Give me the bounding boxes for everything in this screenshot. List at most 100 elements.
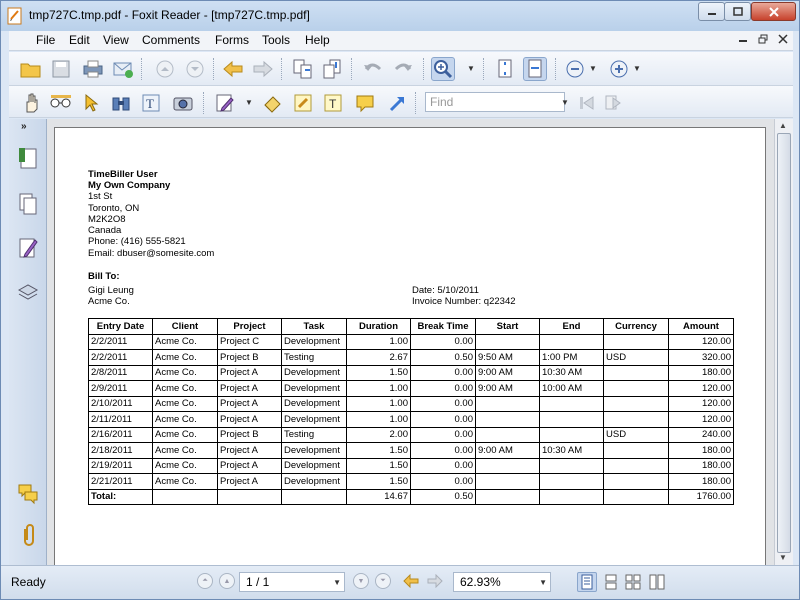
scroll-up-icon[interactable]: ▲ [779, 121, 787, 130]
email-icon[interactable] [111, 57, 135, 81]
expand-panel-icon[interactable]: » [21, 121, 27, 132]
cell-project: Project A [217, 364, 282, 381]
undo-icon[interactable] [361, 57, 385, 81]
text-box-icon[interactable]: T [321, 91, 345, 115]
scroll-down-icon[interactable]: ▼ [779, 553, 787, 562]
page-number-input[interactable]: 1 / 1 ▼ [239, 572, 345, 592]
eraser-tool-icon[interactable] [261, 91, 285, 115]
single-page-view-icon[interactable] [577, 572, 597, 592]
menu-forms[interactable]: Forms [215, 33, 249, 47]
typewriter-icon[interactable]: T [139, 91, 163, 115]
cell-entry-date: 2/10/2011 [88, 395, 153, 412]
zoom-out-dropdown-icon[interactable]: ▼ [589, 64, 597, 73]
find-dropdown-icon[interactable]: ▼ [561, 98, 569, 107]
arrow-tool-icon[interactable] [385, 91, 409, 115]
zoom-level-value: 62.93% [460, 575, 501, 589]
fit-page-icon[interactable] [493, 57, 517, 81]
document-view[interactable]: TimeBiller User My Own Company 1st St To… [47, 119, 774, 565]
facing-view-icon[interactable] [623, 572, 643, 592]
navigation-panel: » [9, 119, 47, 565]
menu-comments[interactable]: Comments [142, 33, 200, 47]
print-icon[interactable] [81, 57, 105, 81]
total-break-time: 0.50 [410, 488, 476, 505]
cell-start: 9:00 AM [475, 442, 540, 459]
close-button[interactable] [751, 2, 796, 21]
cell-end: 10:30 AM [539, 442, 604, 459]
continuous-view-icon[interactable] [601, 572, 621, 592]
select-text-icon[interactable] [49, 91, 73, 115]
first-page-icon[interactable]: ⏶ [197, 573, 213, 589]
cell-end [539, 457, 604, 474]
menu-help[interactable]: Help [305, 33, 330, 47]
go-back-icon[interactable] [403, 574, 419, 588]
go-forward-icon[interactable] [427, 574, 443, 588]
menu-tools[interactable]: Tools [262, 33, 290, 47]
continuous-facing-view-icon[interactable] [647, 572, 667, 592]
doc-restore-button[interactable] [755, 34, 771, 48]
table-row: 2/2/2011 Acme Co. Project B Testing 2.67 0.50… [88, 349, 734, 366]
vertical-scrollbar[interactable]: ▲ ▼ [774, 119, 793, 565]
tools-toolbar: T ▼ T Find ▼ [9, 86, 793, 118]
open-icon[interactable] [19, 57, 43, 81]
zoom-in-icon[interactable] [607, 57, 631, 81]
find-next-icon[interactable] [601, 91, 625, 115]
forward-arrow-icon[interactable] [251, 57, 275, 81]
attachments-icon[interactable] [15, 523, 41, 549]
find-previous-icon[interactable] [575, 91, 599, 115]
zoom-out-icon[interactable] [563, 57, 587, 81]
cell-client: Acme Co. [152, 411, 218, 428]
zoom-tool-icon[interactable] [431, 57, 455, 81]
bookmarks-icon[interactable] [15, 145, 41, 171]
menu-view[interactable]: View [103, 33, 129, 47]
select-annotation-icon[interactable] [79, 91, 103, 115]
note-icon[interactable] [353, 91, 377, 115]
minimize-button[interactable] [698, 2, 725, 21]
pencil-tool-icon[interactable] [213, 91, 237, 115]
last-page-icon[interactable]: ⏷ [375, 573, 391, 589]
cell-break-time: 0.00 [410, 473, 476, 490]
menu-file[interactable]: File [36, 33, 55, 47]
cell-start: 9:00 AM [475, 364, 540, 381]
find-binoculars-icon[interactable] [109, 91, 133, 115]
highlight-note-icon[interactable] [291, 91, 315, 115]
scroll-thumb[interactable] [777, 133, 791, 553]
zoom-level-input[interactable]: 62.93% ▼ [453, 572, 551, 592]
extract-pages-icon[interactable] [291, 57, 315, 81]
signatures-icon[interactable] [15, 235, 41, 261]
cell-break-time: 0.00 [410, 364, 476, 381]
redo-icon[interactable] [391, 57, 415, 81]
next-page-status-icon[interactable]: ▼ [353, 573, 369, 589]
fit-width-icon[interactable] [523, 57, 547, 81]
cell-task: Development [281, 395, 347, 412]
back-arrow-icon[interactable] [221, 57, 245, 81]
comments-icon[interactable] [15, 481, 41, 507]
menu-edit[interactable]: Edit [69, 33, 90, 47]
cell-break-time: 0.50 [410, 349, 476, 366]
layers-icon[interactable] [15, 279, 41, 305]
snapshot-icon[interactable] [171, 91, 195, 115]
table-total-row: Total: 14.67 0.50 1760.00 [88, 488, 734, 505]
save-icon[interactable] [49, 57, 73, 81]
maximize-button[interactable] [724, 2, 751, 21]
zoom-tool-dropdown-icon[interactable]: ▼ [467, 64, 475, 73]
table-row: 2/2/2011 Acme Co. Project C Development 1.00… [88, 333, 734, 350]
table-row: 2/16/2011 Acme Co. Project B Testing 2.00 0.0… [88, 426, 734, 443]
cell-entry-date: 2/8/2011 [88, 364, 153, 381]
table-row: 2/19/2011 Acme Co. Project A Development 1.5… [88, 457, 734, 474]
pages-icon[interactable] [15, 191, 41, 217]
prev-page-icon[interactable]: ▲ [219, 573, 235, 589]
table-row: 2/18/2011 Acme Co. Project A Development 1.5… [88, 442, 734, 459]
doc-minimize-button[interactable] [735, 34, 751, 48]
pencil-dropdown-icon[interactable]: ▼ [245, 98, 253, 107]
cell-start: 9:50 AM [475, 349, 540, 366]
next-page-icon[interactable] [183, 57, 207, 81]
insert-pages-icon[interactable] [321, 57, 345, 81]
cell-end [539, 411, 604, 428]
page-dropdown-icon[interactable]: ▼ [333, 578, 341, 587]
zoom-dropdown-icon[interactable]: ▼ [539, 578, 547, 587]
find-input[interactable]: Find [425, 92, 565, 112]
previous-page-icon[interactable] [153, 57, 177, 81]
doc-close-button[interactable] [775, 34, 791, 48]
zoom-in-dropdown-icon[interactable]: ▼ [633, 64, 641, 73]
hand-tool-icon[interactable] [19, 91, 43, 115]
